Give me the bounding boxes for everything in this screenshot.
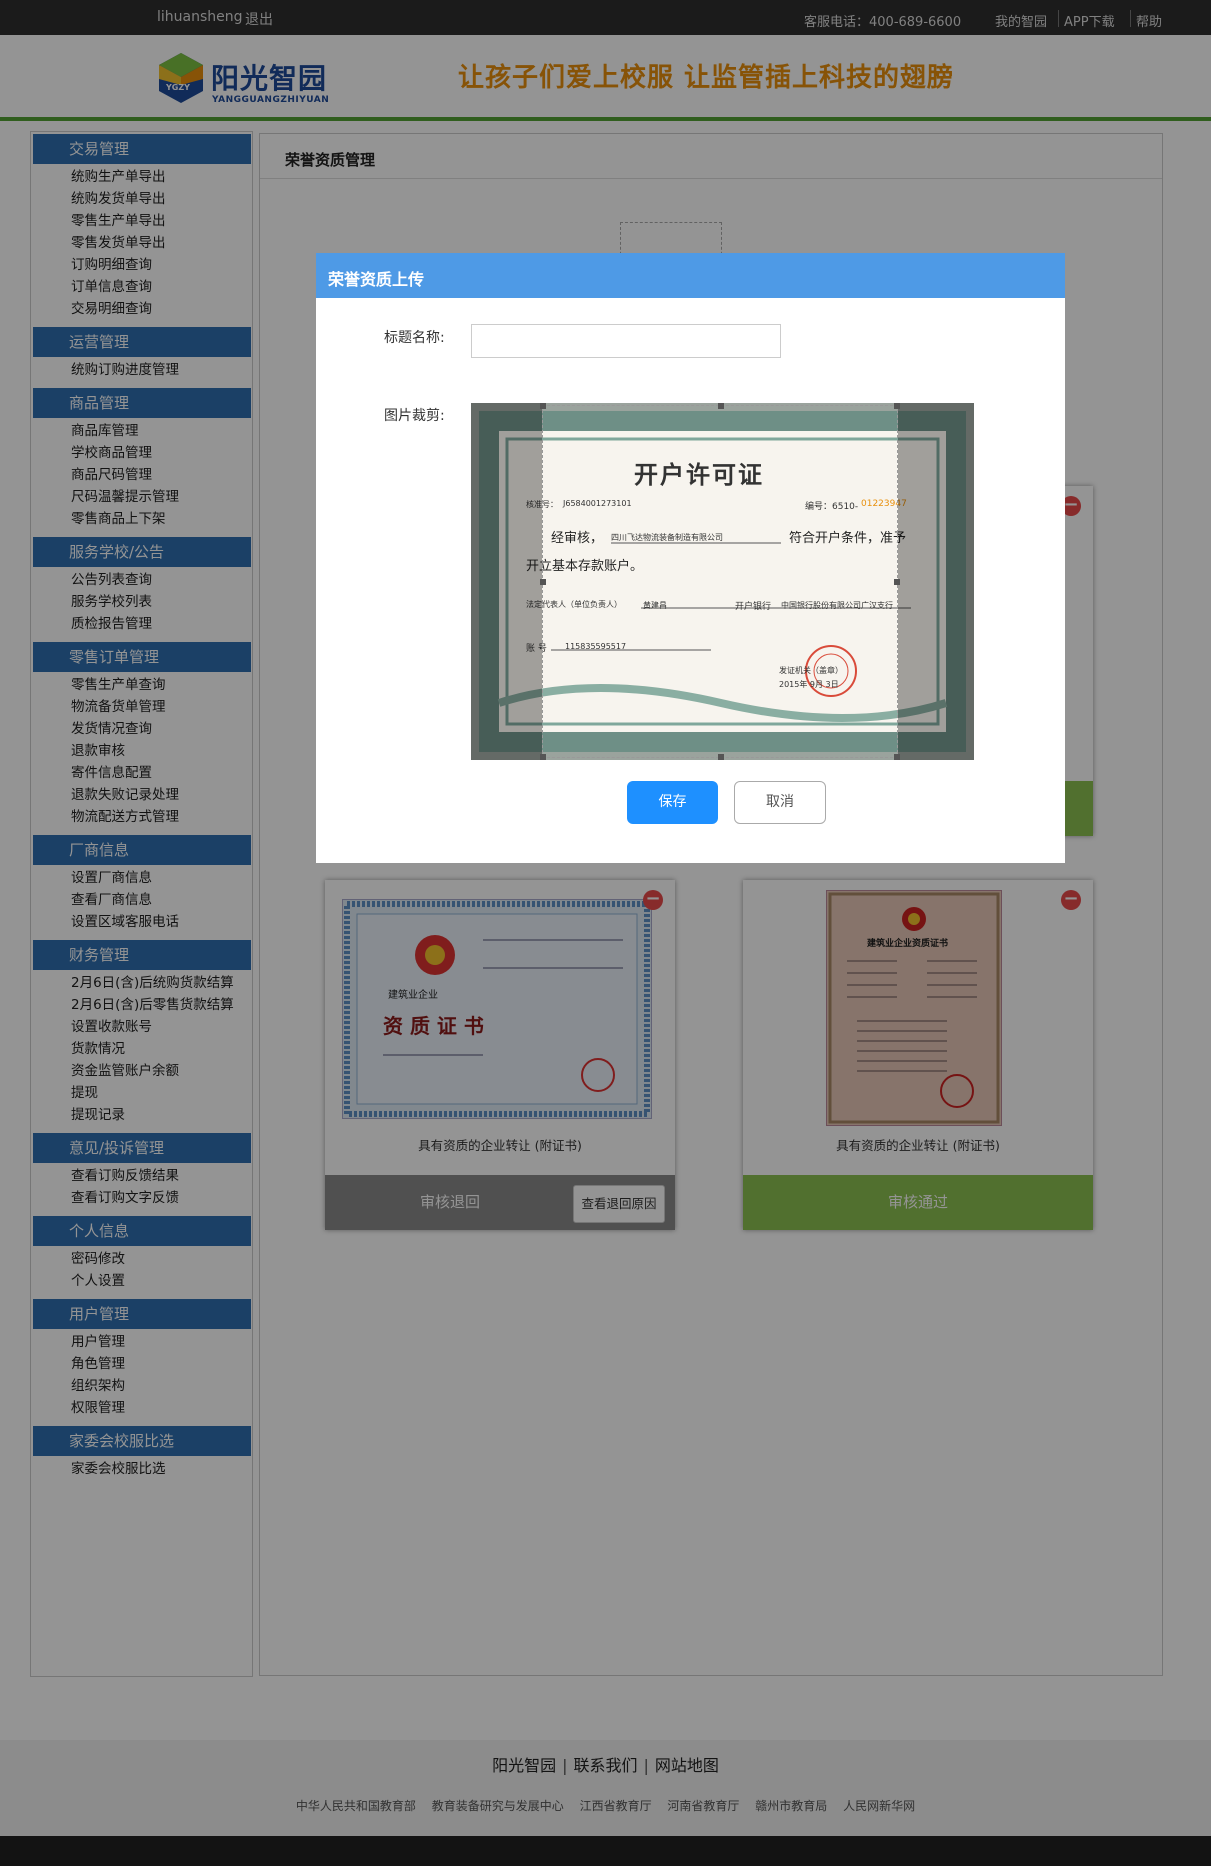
crop-box[interactable] — [540, 403, 900, 760]
crop-handle[interactable] — [540, 754, 546, 760]
cancel-button[interactable]: 取消 — [734, 781, 826, 824]
image-cropper[interactable]: 开户许可证 核准号： J6584001273101 编号：6510- 01223… — [471, 403, 974, 760]
dialog-title: 荣誉资质上传 — [328, 270, 425, 289]
crop-handle[interactable] — [540, 403, 546, 409]
crop-handle[interactable] — [718, 403, 724, 409]
crop-label: 图片裁剪: — [384, 408, 445, 424]
crop-handle[interactable] — [540, 579, 546, 585]
title-input[interactable] — [471, 324, 781, 358]
title-label: 标题名称: — [384, 330, 445, 346]
crop-handle[interactable] — [894, 579, 900, 585]
crop-mask — [471, 403, 542, 760]
crop-handle[interactable] — [894, 403, 900, 409]
crop-handle[interactable] — [718, 754, 724, 760]
dialog-header: 荣誉资质上传 — [316, 253, 1065, 298]
upload-dialog: 荣誉资质上传 标题名称: 图片裁剪: 开户许可证 核准号： J658400127… — [316, 253, 1065, 863]
crop-handle[interactable] — [894, 754, 900, 760]
crop-mask — [898, 403, 974, 760]
save-button[interactable]: 保存 — [627, 781, 718, 824]
